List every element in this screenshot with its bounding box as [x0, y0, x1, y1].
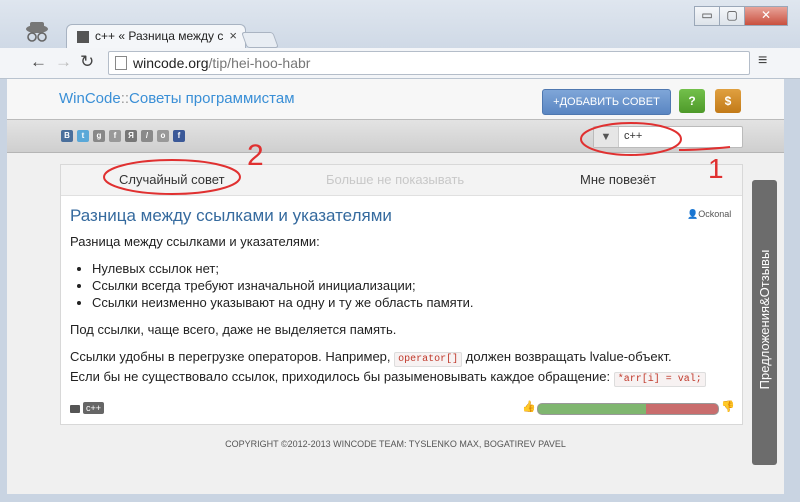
- donate-button[interactable]: $: [715, 89, 741, 113]
- url-path: /tip/hei-hoo-habr: [208, 55, 311, 71]
- vote-bar: [537, 403, 719, 415]
- reload-icon[interactable]: ↻: [80, 52, 94, 72]
- tip-title[interactable]: Разница между ссылками и указателями: [70, 206, 392, 226]
- tip-paragraph: Ссылки удобны в перегрузке операторов. Н…: [70, 348, 735, 368]
- logo-sub: Советы программистам: [129, 90, 295, 107]
- tip-tabs: Случайный совет Больше не показывать Мне…: [61, 165, 742, 196]
- livejournal-icon[interactable]: /: [141, 130, 153, 142]
- text-span: должен возвращать lvalue-объект.: [465, 349, 672, 364]
- tip-footer: c++ 👍 👎: [61, 395, 742, 423]
- logo-main: WinCode: [59, 90, 121, 107]
- menu-icon[interactable]: ≡: [758, 52, 767, 70]
- tab-title: c++ « Разница между ссы: [95, 29, 223, 43]
- thumbs-down-icon[interactable]: 👎: [721, 400, 735, 413]
- site-header: WinCode::Советы программистам +ДОБАВИТЬ …: [7, 79, 784, 119]
- vk-icon[interactable]: B: [61, 130, 73, 142]
- forward-icon[interactable]: →: [55, 52, 72, 72]
- filter-value: c++: [624, 130, 643, 142]
- google-icon[interactable]: g: [93, 130, 105, 142]
- tip-intro: Разница между ссылками и указателями:: [70, 234, 320, 249]
- title-bar: c++ « Разница между ссы × ▭ ▢ ✕: [0, 0, 800, 49]
- tip-body: Разница между ссылками и указателями: Ну…: [70, 233, 735, 388]
- tip-author[interactable]: 👤Ockonal: [687, 209, 731, 220]
- site-logo[interactable]: WinCode::Советы программистам: [59, 90, 295, 107]
- maximize-button[interactable]: ▢: [719, 6, 745, 26]
- browser-tab[interactable]: c++ « Разница между ссы ×: [66, 24, 246, 49]
- tag-icon: [70, 405, 80, 413]
- logo-separator: ::: [120, 90, 130, 107]
- list-item: Ссылки неизменно указывают на одну и ту …: [92, 294, 735, 311]
- friendfeed-icon[interactable]: f: [109, 130, 121, 142]
- tip-paragraph: Под ссылки, чаще всего, даже не выделяет…: [70, 322, 397, 337]
- help-button[interactable]: ?: [679, 89, 705, 113]
- list-item: Нулевых ссылок нет;: [92, 260, 735, 277]
- tab-lucky[interactable]: Мне повезёт: [580, 172, 656, 187]
- tip-paragraph: Если бы не существовало ссылок, приходил…: [70, 368, 735, 388]
- page-icon: [115, 56, 127, 70]
- list-item: Ссылки всегда требуют изначальной инициа…: [92, 277, 735, 294]
- vote-positive-fill: [538, 404, 646, 414]
- odnoklassniki-icon[interactable]: o: [157, 130, 169, 142]
- favicon-icon: [77, 31, 89, 43]
- tag-badge[interactable]: c++: [83, 402, 105, 414]
- tag-filter[interactable]: ▼ c++: [593, 126, 743, 148]
- back-icon[interactable]: ←: [30, 52, 47, 72]
- tip-bullet-list: Нулевых ссылок нет; Ссылки всегда требую…: [70, 260, 735, 311]
- browser-window: c++ « Разница между ссы × ▭ ▢ ✕ ← → ↻ wi…: [0, 0, 800, 502]
- filter-icon: ▼: [594, 127, 619, 147]
- browser-toolbar: ← → ↻ wincode.org/tip/hei-hoo-habr ≡: [0, 48, 800, 79]
- url-text: wincode.org/tip/hei-hoo-habr: [133, 55, 310, 71]
- thumbs-up-icon[interactable]: 👍: [522, 400, 536, 413]
- feedback-label: Предложения&Отзывы: [757, 249, 772, 390]
- new-tab-button[interactable]: [241, 32, 279, 48]
- minimize-button[interactable]: ▭: [694, 6, 720, 26]
- code-snippet: *arr[i] = val;: [613, 372, 706, 387]
- user-icon: 👤: [687, 209, 699, 219]
- close-window-button[interactable]: ✕: [744, 6, 788, 26]
- address-bar[interactable]: wincode.org/tip/hei-hoo-habr: [108, 51, 750, 75]
- tab-hide-tip[interactable]: Больше не показывать: [326, 172, 464, 187]
- tip-card: Случайный совет Больше не показывать Мне…: [60, 164, 743, 425]
- url-domain: wincode.org: [133, 55, 209, 71]
- copyright: COPYRIGHT ©2012-2013 WINCODE TEAM: TYSLE…: [225, 439, 566, 449]
- facebook-icon[interactable]: f: [173, 130, 185, 142]
- text-span: Если бы не существовало ссылок, приходил…: [70, 369, 611, 384]
- twitter-icon[interactable]: t: [77, 130, 89, 142]
- tab-random-tip[interactable]: Случайный совет: [119, 172, 225, 187]
- web-page: WinCode::Советы программистам +ДОБАВИТЬ …: [7, 79, 784, 494]
- tab-close-icon[interactable]: ×: [229, 28, 237, 43]
- author-name: Ockonal: [698, 209, 732, 219]
- code-snippet: operator[]: [394, 352, 463, 367]
- feedback-tab[interactable]: Предложения&Отзывы: [752, 180, 777, 465]
- incognito-icon: [26, 22, 48, 42]
- text-span: Ссылки удобны в перегрузке операторов. Н…: [70, 349, 391, 364]
- social-bar: B t g f Я / o f ▼ c++: [7, 119, 784, 153]
- yandex-icon[interactable]: Я: [125, 130, 137, 142]
- add-tip-button[interactable]: +ДОБАВИТЬ СОВЕТ: [542, 89, 671, 115]
